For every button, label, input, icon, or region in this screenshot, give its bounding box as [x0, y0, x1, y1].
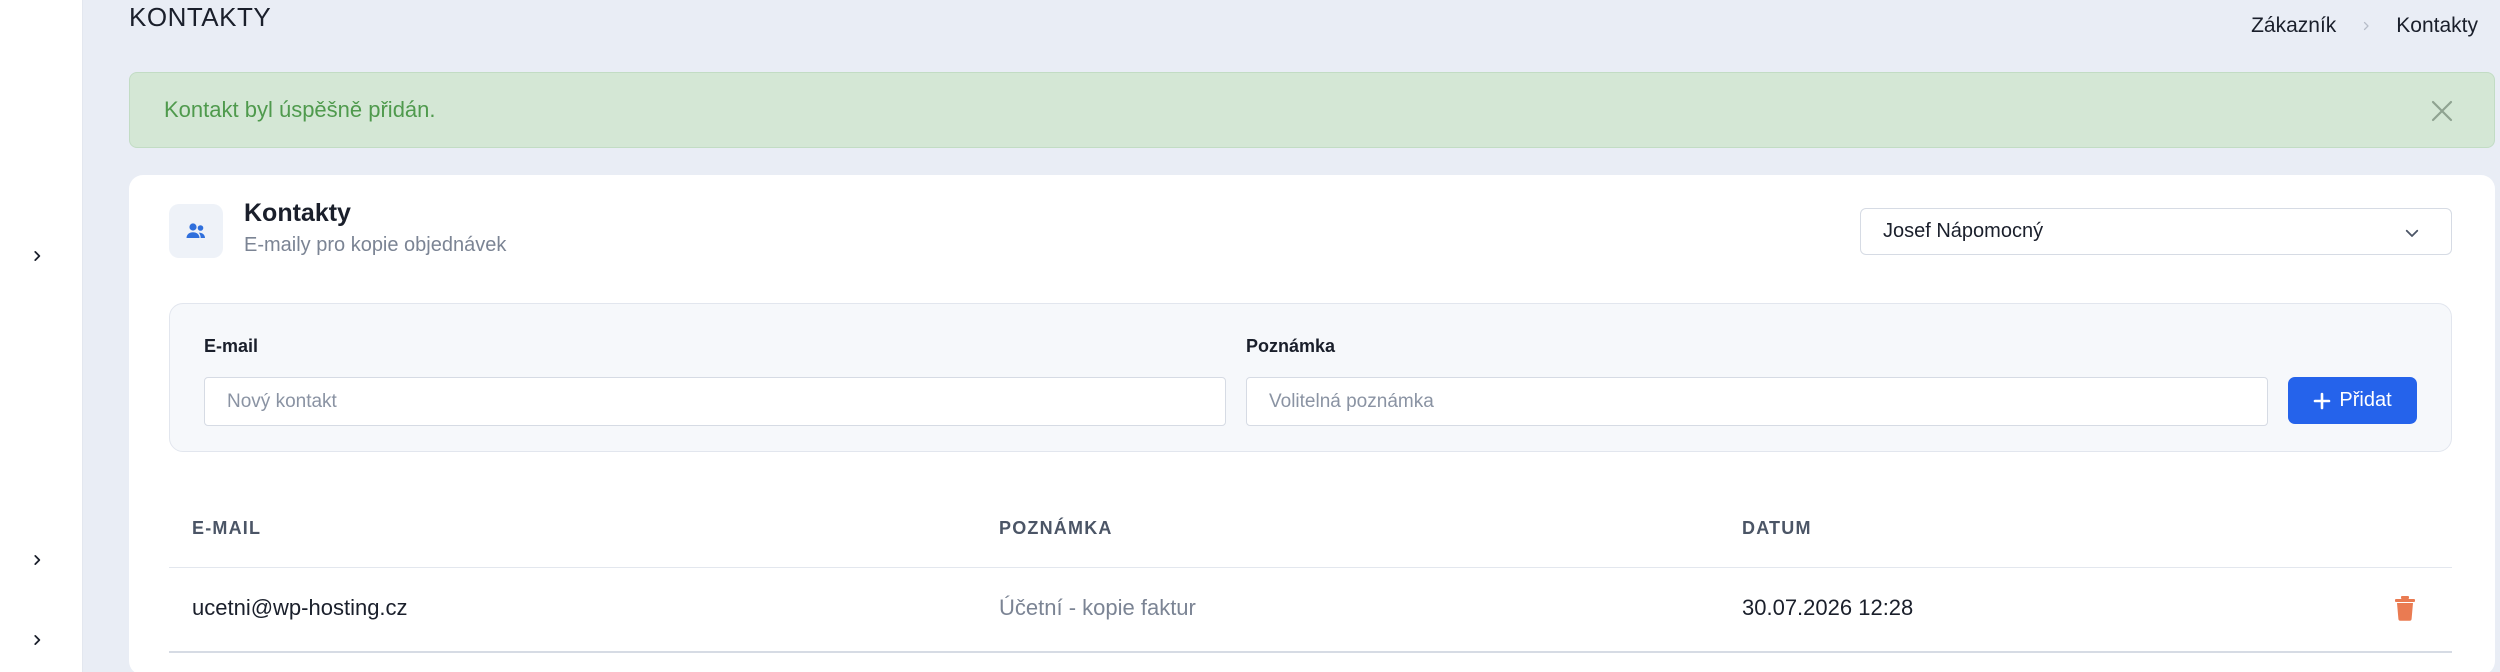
plus-icon: [2314, 392, 2331, 409]
close-icon[interactable]: [2428, 97, 2456, 125]
add-contact-button[interactable]: Přidat: [2288, 377, 2417, 424]
table-cell-email: ucetni@wp-hosting.cz: [192, 595, 408, 620]
chevron-down-icon: [2405, 229, 2419, 237]
contacts-card: Kontakty E-maily pro kopie objednávek Jo…: [129, 175, 2495, 672]
add-contact-button-label: Přidat: [2339, 389, 2392, 411]
card-subtitle: E-maily pro kopie objednávek: [244, 234, 507, 256]
alert-message: Kontakt byl úspěšně přidán.: [164, 97, 436, 122]
breadcrumb-link-zakaznik[interactable]: Zákazník: [2251, 14, 2336, 38]
sidebar-expand-chevron-icon[interactable]: [28, 247, 46, 265]
add-contact-form: E-mail Poznámka Přidat: [169, 303, 2452, 452]
breadcrumb-separator-icon: [2360, 14, 2372, 38]
breadcrumb: Zákazník Kontakty: [2251, 14, 2478, 38]
email-label: E-mail: [204, 336, 259, 356]
sidebar: [0, 0, 83, 672]
users-icon: [169, 204, 223, 258]
column-header-date: DATUM: [1742, 518, 1812, 538]
table-cell-date: 30.07.2026 12:28: [1742, 595, 1914, 620]
column-header-email: E-MAIL: [192, 518, 262, 538]
note-field[interactable]: [1246, 377, 2268, 426]
breadcrumb-current: Kontakty: [2396, 14, 2478, 37]
email-field[interactable]: [204, 377, 1226, 426]
card-title: Kontakty: [244, 199, 351, 227]
column-header-note: POZNÁMKA: [999, 518, 1113, 538]
table-cell-note: Účetní - kopie faktur: [999, 595, 1196, 620]
sidebar-expand-chevron-icon[interactable]: [28, 551, 46, 569]
user-select[interactable]: Josef Nápomocný: [1860, 208, 2452, 255]
success-alert: Kontakt byl úspěšně přidán.: [129, 72, 2495, 148]
trash-icon[interactable]: [2393, 595, 2417, 621]
table-row-divider: [169, 651, 2452, 653]
sidebar-expand-chevron-icon[interactable]: [28, 631, 46, 649]
note-label: Poznámka: [1246, 336, 1336, 356]
table-header-divider: [169, 567, 2452, 568]
user-select-value: Josef Nápomocný: [1883, 220, 2044, 242]
page-title: KONTAKTY: [129, 2, 272, 32]
